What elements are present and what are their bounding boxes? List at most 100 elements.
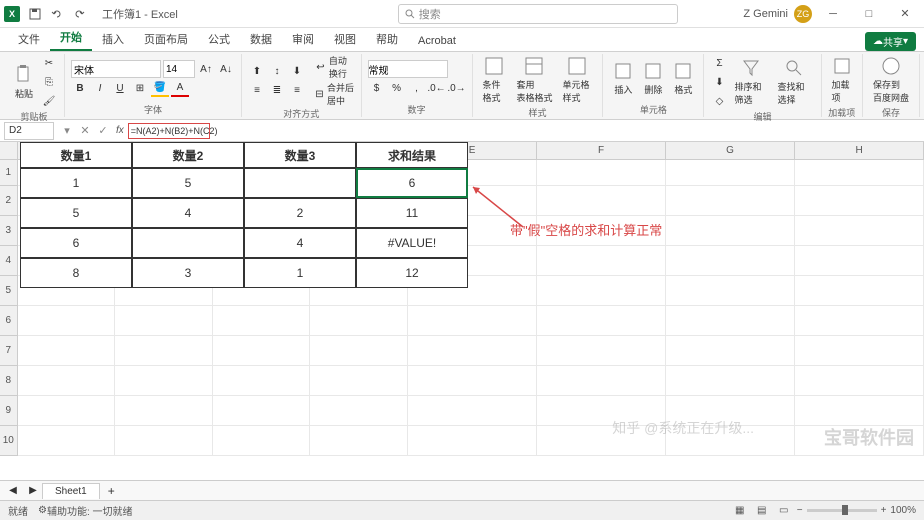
cell[interactable]	[537, 160, 666, 186]
row-header[interactable]: 2	[0, 186, 18, 216]
row-header[interactable]: 9	[0, 396, 18, 426]
tab-insert[interactable]: 插入	[92, 27, 134, 51]
share-button[interactable]: ☁ 共享 ▾	[865, 32, 916, 51]
cell[interactable]	[408, 426, 537, 456]
minimize-icon[interactable]: ─	[818, 4, 848, 24]
close-icon[interactable]: ✕	[890, 4, 920, 24]
cell[interactable]	[537, 246, 666, 276]
percent-icon[interactable]: %	[388, 79, 406, 97]
table-cell[interactable]: 12	[356, 258, 468, 288]
zoom-out-button[interactable]: −	[797, 505, 803, 516]
cell[interactable]	[666, 160, 795, 186]
select-all-corner[interactable]	[0, 142, 18, 159]
cell[interactable]	[310, 306, 408, 336]
add-sheet-button[interactable]: +	[100, 484, 123, 498]
cell[interactable]	[537, 276, 666, 306]
comma-icon[interactable]: ,	[408, 79, 426, 97]
addins-button[interactable]: 加载项	[828, 54, 856, 106]
table-cell[interactable]: 4	[244, 228, 356, 258]
col-header[interactable]: H	[795, 142, 924, 159]
cell[interactable]	[537, 366, 666, 396]
view-page-icon[interactable]: ▤	[753, 502, 771, 520]
table-header-cell[interactable]: 数量1	[20, 142, 132, 168]
align-top-icon[interactable]: ⬆	[248, 62, 266, 80]
table-cell[interactable]: 1	[20, 168, 132, 198]
table-cell[interactable]: 6	[356, 168, 468, 198]
cell[interactable]	[408, 396, 537, 426]
row-header[interactable]: 4	[0, 246, 18, 276]
table-header-cell[interactable]: 数量2	[132, 142, 244, 168]
table-cell[interactable]: 5	[20, 198, 132, 228]
tab-formulas[interactable]: 公式	[198, 27, 240, 51]
cancel-formula-icon[interactable]: ✕	[76, 122, 94, 140]
cell[interactable]	[115, 336, 213, 366]
cell[interactable]	[795, 216, 924, 246]
paste-button[interactable]: 粘贴	[10, 63, 38, 102]
border-button[interactable]: ⊞	[131, 79, 149, 97]
tab-view[interactable]: 视图	[324, 27, 366, 51]
table-cell[interactable]	[244, 168, 356, 198]
cell[interactable]	[408, 306, 537, 336]
table-header-cell[interactable]: 求和结果	[356, 142, 468, 168]
tab-file[interactable]: 文件	[8, 27, 50, 51]
tab-pagelayout[interactable]: 页面布局	[134, 27, 198, 51]
cell[interactable]	[795, 186, 924, 216]
cell[interactable]	[795, 246, 924, 276]
undo-icon[interactable]	[47, 4, 67, 24]
cell[interactable]	[213, 306, 311, 336]
align-center-icon[interactable]: ≣	[268, 81, 286, 99]
col-header[interactable]: F	[537, 142, 666, 159]
row-header[interactable]: 3	[0, 216, 18, 246]
cell[interactable]	[310, 396, 408, 426]
sort-filter-button[interactable]: 排序和筛选	[730, 56, 771, 108]
avatar[interactable]: ZG	[794, 5, 812, 23]
sheet-nav-next-icon[interactable]: ▶	[24, 482, 42, 500]
save-icon[interactable]	[25, 4, 45, 24]
font-size-select[interactable]	[163, 60, 195, 78]
table-cell[interactable]: 3	[132, 258, 244, 288]
number-format-select[interactable]	[368, 60, 448, 78]
cell[interactable]	[115, 426, 213, 456]
cell[interactable]	[18, 336, 116, 366]
cell[interactable]	[537, 336, 666, 366]
cell-styles-button[interactable]: 单元格样式	[558, 54, 596, 106]
cell[interactable]	[666, 186, 795, 216]
increase-decimal-icon[interactable]: .0←	[428, 79, 446, 97]
cell[interactable]	[115, 306, 213, 336]
view-break-icon[interactable]: ▭	[775, 502, 793, 520]
cell[interactable]	[666, 366, 795, 396]
maximize-icon[interactable]: □	[854, 4, 884, 24]
cell[interactable]	[18, 366, 116, 396]
table-cell[interactable]: 2	[244, 198, 356, 228]
align-right-icon[interactable]: ≡	[288, 81, 306, 99]
cell[interactable]	[310, 366, 408, 396]
col-header[interactable]: G	[666, 142, 795, 159]
table-cell[interactable]: 8	[20, 258, 132, 288]
row-header[interactable]: 10	[0, 426, 18, 456]
currency-icon[interactable]: $	[368, 79, 386, 97]
cut-icon[interactable]: ✂	[40, 54, 58, 72]
cell[interactable]	[213, 366, 311, 396]
cell[interactable]	[795, 306, 924, 336]
spreadsheet-grid[interactable]: ABCDEFGH 12345678910 数量1数量2数量3求和结果156542…	[0, 142, 924, 480]
cell[interactable]	[795, 276, 924, 306]
tab-home[interactable]: 开始	[50, 25, 92, 51]
fx-icon[interactable]: fx	[112, 125, 128, 136]
increase-font-icon[interactable]: A↑	[197, 60, 215, 78]
row-header[interactable]: 5	[0, 276, 18, 306]
cell[interactable]	[666, 246, 795, 276]
align-left-icon[interactable]: ≡	[248, 81, 266, 99]
table-cell[interactable]	[132, 228, 244, 258]
table-header-cell[interactable]: 数量3	[244, 142, 356, 168]
italic-button[interactable]: I	[91, 79, 109, 97]
decrease-font-icon[interactable]: A↓	[217, 60, 235, 78]
table-cell[interactable]: #VALUE!	[356, 228, 468, 258]
view-normal-icon[interactable]: ▦	[731, 502, 749, 520]
row-header[interactable]: 8	[0, 366, 18, 396]
tab-acrobat[interactable]: Acrobat	[408, 31, 466, 51]
cell[interactable]	[795, 336, 924, 366]
sheet-tab[interactable]: Sheet1	[42, 483, 100, 499]
cell[interactable]	[666, 306, 795, 336]
cell[interactable]	[537, 186, 666, 216]
format-cells-button[interactable]: 格式	[669, 59, 697, 98]
